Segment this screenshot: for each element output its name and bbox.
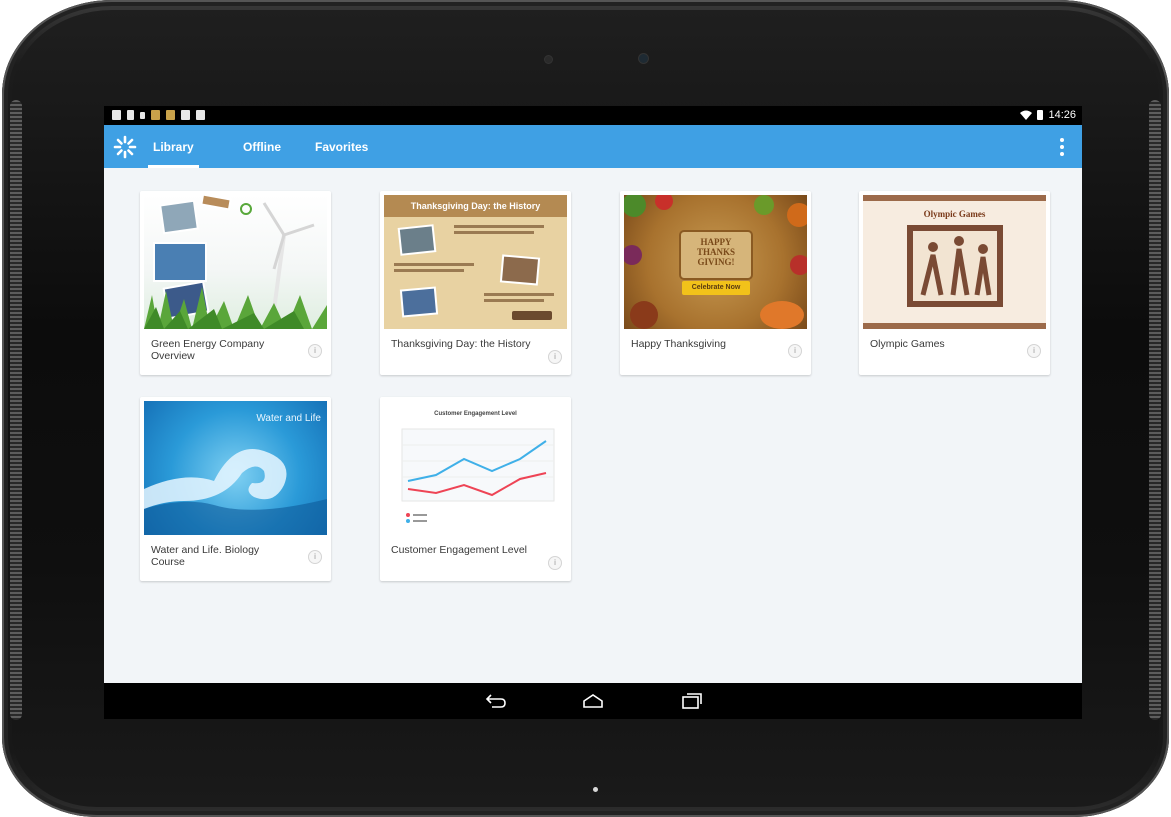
library-item-green-energy[interactable]: Green Energy Company Overview i (140, 191, 331, 375)
thumbnail-heading: GIVING! (697, 257, 735, 267)
tab-offline[interactable]: Offline (243, 125, 281, 168)
item-title: Happy Thanksgiving (631, 338, 726, 350)
library-item-happy-thanksgiving[interactable]: HAPPY THANKS GIVING! Celebrate Now Happy… (620, 191, 811, 375)
info-icon[interactable]: i (1027, 344, 1041, 358)
home-icon[interactable] (581, 691, 605, 711)
presentation-thumbnail (144, 195, 327, 329)
info-icon[interactable]: i (788, 344, 802, 358)
back-icon[interactable] (484, 691, 508, 711)
spark-logo-icon[interactable] (113, 135, 137, 159)
history-illustration (394, 224, 554, 320)
speaker-grille-left (10, 100, 22, 720)
presentation-thumbnail: Olympic Games (863, 195, 1046, 329)
notification-icons (112, 110, 205, 120)
calendar-icon (196, 110, 205, 120)
thumbnail-heading: THANKS (696, 247, 735, 257)
recents-icon[interactable] (679, 691, 703, 711)
speaker-grille-right (1149, 100, 1161, 720)
status-bar: 14:26 (104, 106, 1082, 125)
more-vert-icon[interactable] (1060, 138, 1064, 156)
library-item-customer-engagement[interactable]: Customer Engagement Level Customer Engag… (380, 397, 571, 581)
gallery-icon (112, 110, 121, 120)
item-title: Olympic Games (870, 338, 945, 350)
line-chart-illustration (401, 428, 555, 523)
item-title: Thanksgiving Day: the History (391, 338, 531, 350)
notification-led (593, 787, 598, 792)
screen: 14:26 Library Offline Favorites Green En… (104, 106, 1082, 719)
tab-library[interactable]: Library (148, 125, 199, 168)
presentation-thumbnail: Thanksgiving Day: the History (384, 195, 567, 329)
presentation-thumbnail: Water and Life (144, 401, 327, 535)
library-item-water-and-life[interactable]: Water and Life Water and Life. Biology C… (140, 397, 331, 581)
olympic-illustration (907, 225, 1003, 307)
game-icon (151, 110, 160, 120)
library-item-thanksgiving-history[interactable]: Thanksgiving Day: the History Thanksgivi… (380, 191, 571, 375)
thumbnail-heading: HAPPY (700, 237, 732, 247)
info-icon[interactable]: i (308, 550, 322, 564)
info-icon[interactable]: i (548, 556, 562, 570)
sd-card-icon (140, 112, 145, 119)
green-energy-illustration (144, 195, 327, 329)
status-right: 14:26 (1020, 109, 1076, 121)
status-time: 14:26 (1048, 109, 1076, 121)
item-title: Green Energy Company Overview (151, 338, 265, 362)
item-title: Customer Engagement Level (391, 544, 527, 556)
library-item-olympic-games[interactable]: Olympic Games Olympic Games i (859, 191, 1050, 375)
game-icon (166, 110, 175, 120)
item-title: Water and Life. Biology Course (151, 544, 260, 568)
app-bar: Library Offline Favorites (104, 125, 1082, 168)
battery-icon (1037, 110, 1044, 120)
celebrate-now-label: Celebrate Now (691, 284, 741, 291)
sensor (545, 56, 552, 63)
info-icon[interactable]: i (548, 350, 562, 364)
document-icon (127, 110, 134, 120)
presentation-thumbnail: HAPPY THANKS GIVING! Celebrate Now (624, 195, 807, 329)
info-icon[interactable]: i (308, 344, 322, 358)
wave-illustration (144, 449, 327, 535)
download-icon (181, 110, 190, 120)
tab-favorites[interactable]: Favorites (315, 125, 368, 168)
presentation-thumbnail: Customer Engagement Level (384, 401, 567, 535)
thumbnail-heading: Thanksgiving Day: the History (384, 195, 567, 217)
front-camera (639, 54, 648, 63)
wifi-icon (1020, 110, 1033, 120)
system-nav-bar (104, 683, 1082, 719)
